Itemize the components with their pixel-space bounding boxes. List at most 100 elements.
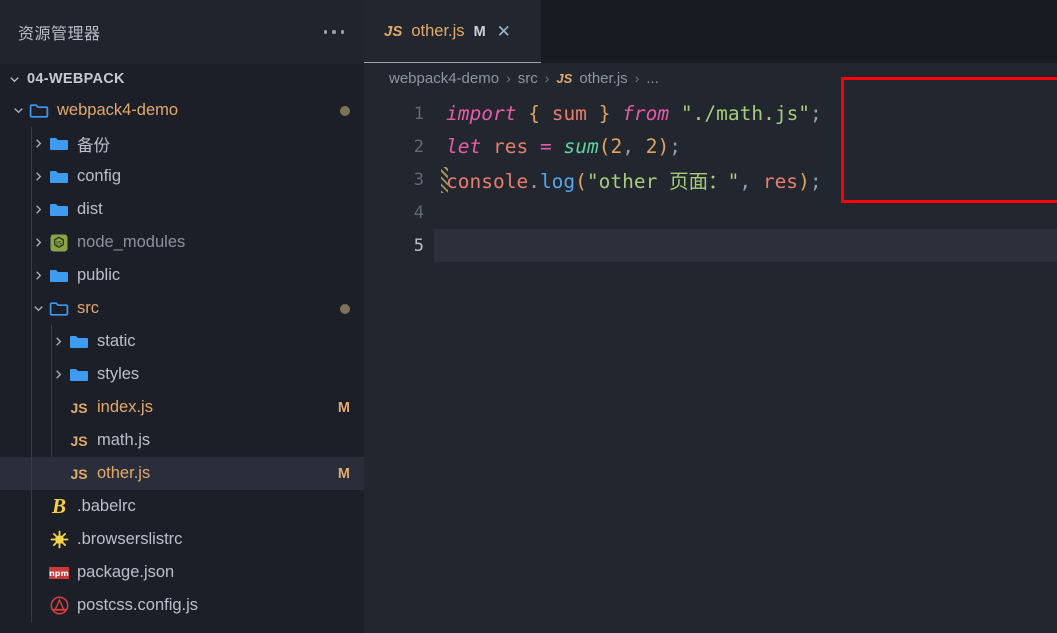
folder-icon [48,169,70,185]
tree-file-row[interactable]: JS other.js M [0,457,364,490]
tab-other-js[interactable]: JS other.js M ✕ [364,0,542,63]
npm-icon: npm [48,566,70,579]
tree-folder-row[interactable]: src [0,292,364,325]
code-line[interactable]: 2 let res = sum(2, 2); [364,130,1057,163]
tree-item-label: styles [97,365,140,383]
explorer-sidebar: 资源管理器 04-WEBPACK webpack4-demo 备份 config di… [0,0,364,633]
js-file-icon: JS [70,432,88,449]
tree-folder-row[interactable]: webpack4-demo [0,94,364,127]
tab-label: other.js [411,22,465,40]
code-token: = [539,135,552,158]
breadcrumb-separator: › [634,70,640,86]
breadcrumb-item[interactable]: other.js [579,70,627,87]
tree-item-label: package.json [77,563,175,581]
file-tree: webpack4-demo 备份 config dist JS node_modules p… [0,94,364,622]
ellipsis-dot [323,30,327,34]
code-token: sum [551,102,587,125]
tab-bar: JS other.js M ✕ [364,0,1057,63]
code-token: res [492,135,529,158]
browserslist-icon [48,530,70,549]
code-editor[interactable]: 1 import { sum } from "./math.js"; 2 let re… [364,93,1057,262]
tree-file-row[interactable]: postcss.config.js [0,589,364,622]
dirty-dot-indicator [340,303,350,314]
tree-folder-row[interactable]: dist [0,193,364,226]
code-line[interactable]: 3 console.log("other 页面：", res); [364,163,1057,196]
tree-folder-row[interactable]: static [0,325,364,358]
tree-item-label: index.js [97,398,153,416]
tree-item-label: .babelrc [77,497,136,515]
ellipsis-icon[interactable] [320,24,349,40]
tree-item-label: webpack4-demo [57,101,179,119]
tree-folder-row[interactable]: config [0,160,364,193]
breadcrumb-item[interactable]: webpack4-demo [389,70,499,87]
breadcrumb-item[interactable]: src [518,70,538,87]
code-token: 2 [610,135,623,158]
breadcrumb-separator: › [506,70,511,86]
code-token: import [446,102,517,125]
tree-folder-row[interactable]: 备份 [0,127,364,160]
js-file-icon: JS [70,465,88,482]
tree-folder-row[interactable]: styles [0,358,364,391]
tree-item-label: postcss.config.js [77,596,199,614]
folder-icon [48,202,70,218]
tree-item-label: .browserslistrc [77,530,183,548]
code-token: res [762,170,799,193]
tree-file-row[interactable]: npm package.json [0,556,364,589]
code-token: { [528,102,540,125]
folder-open-icon [28,103,50,119]
tree-file-row[interactable]: B .babelrc [0,490,364,523]
code-line[interactable]: 1 import { sum } from "./math.js"; [364,97,1057,130]
editor-area: JS other.js M ✕ webpack4-demo › src › JS othe… [364,0,1057,633]
code-token: log [539,170,576,193]
code-token: ) [798,170,810,193]
tree-folder-row[interactable]: JS node_modules [0,226,364,259]
tree-item-label: other.js [97,464,151,482]
tree-item-label: node_modules [77,233,186,251]
code-token: from [622,102,670,125]
close-icon[interactable]: ✕ [495,23,513,40]
code-line[interactable]: 4 [364,196,1057,229]
line-number: 3 [413,169,424,190]
tree-item-label: public [77,266,121,284]
tree-file-row[interactable]: JS index.js M [0,391,364,424]
js-icon: JS [384,23,403,40]
code-text: import { sum } from "./math.js"; [434,102,822,125]
code-token: . [528,170,540,193]
line-number: 2 [413,136,424,157]
tree-item-label: src [77,299,99,317]
code-token: "other 页面：" [586,170,740,193]
vscode-window: 资源管理器 04-WEBPACK webpack4-demo 备份 config di… [0,0,1057,633]
folder-icon [48,136,70,152]
breadcrumb-item[interactable]: ... [646,70,659,87]
dirty-dot-indicator [340,105,350,116]
explorer-header: 资源管理器 [0,0,364,64]
tab-bar-empty [542,0,1057,63]
code-token: ) [657,135,670,158]
tree-folder-row[interactable]: public [0,259,364,292]
tree-item-label: 备份 [77,136,110,155]
tree-item-label: config [77,167,122,185]
chevron-down-icon[interactable] [8,103,28,118]
line-number: 5 [413,235,424,256]
explorer-title: 资源管理器 [18,26,101,43]
folder-icon [68,367,90,383]
line-number: 4 [413,202,424,223]
code-line[interactable]: 5 [364,229,1057,262]
chevron-down-icon [10,76,19,82]
breadcrumb: webpack4-demo › src › JS other.js ›... [364,63,1057,93]
code-text: let res = sum(2, 2); [434,135,681,158]
root-folder-label: 04-WEBPACK [27,71,125,87]
modified-badge: M [337,465,350,482]
babel-icon: B [51,494,66,518]
tree-file-row[interactable]: .browserslistrc [0,523,364,556]
tree-file-row[interactable]: JS math.js [0,424,364,457]
code-token: sum [563,135,599,158]
explorer-root-folder[interactable]: 04-WEBPACK [0,64,364,94]
line-number: 1 [413,103,424,124]
folder-open-icon [48,301,70,317]
